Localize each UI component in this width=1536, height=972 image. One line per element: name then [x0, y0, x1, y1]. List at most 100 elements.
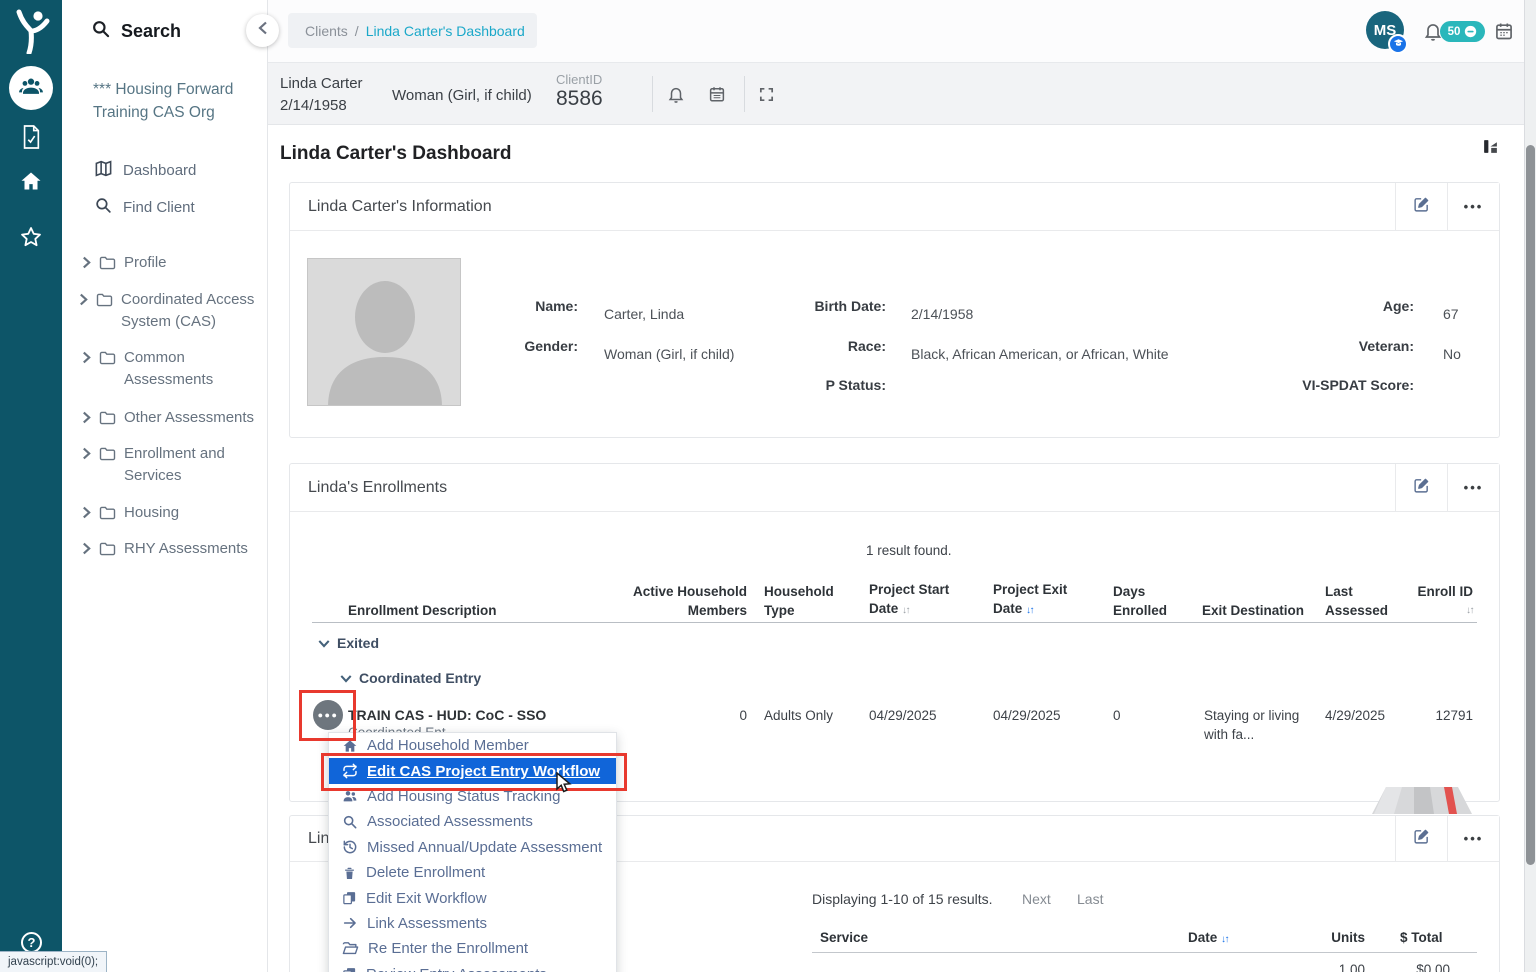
menu-item-add-housing-status-tracking[interactable]: Add Housing Status Tracking — [329, 784, 616, 809]
enrollments-more-actions-button[interactable]: ••• — [1447, 464, 1499, 511]
menu-item-edit-exit-workflow[interactable]: Edit Exit Workflow — [329, 885, 616, 910]
pages-icon — [342, 966, 357, 972]
column-header-units[interactable]: Units — [1305, 928, 1365, 947]
chevron-right-icon — [82, 351, 91, 364]
menu-item-add-household-member[interactable]: Add Household Member — [329, 733, 616, 758]
breadcrumb-current[interactable]: Linda Carter's Dashboard — [366, 23, 525, 39]
menu-item-edit-cas-project-entry-workflow[interactable]: Edit CAS Project Entry Workflow — [329, 758, 616, 783]
column-header-exit-destination[interactable]: Exit Destination — [1202, 576, 1322, 620]
folder-icon — [99, 506, 116, 520]
edit-services-button[interactable] — [1395, 816, 1447, 861]
column-label: Project Start Date — [869, 582, 949, 616]
search-icon — [342, 814, 358, 830]
rail-item-favorites[interactable] — [19, 225, 43, 249]
column-header-enroll-id[interactable]: Enroll ID↓↑ — [1393, 576, 1473, 620]
home-icon — [342, 738, 358, 754]
folder-open-icon — [342, 941, 359, 956]
services-more-actions-button[interactable]: ••• — [1447, 816, 1499, 861]
cell-exit-destination: Staying or living with fa... — [1204, 706, 1308, 744]
services-header-underline — [812, 952, 1477, 953]
app-logo-icon[interactable] — [11, 8, 51, 54]
edit-info-button[interactable] — [1395, 183, 1447, 230]
column-header-date[interactable]: Date ↓↑ — [1188, 928, 1228, 949]
column-header-household-type[interactable]: Household Type — [764, 576, 848, 620]
folder-label: Coordinated Access System (CAS) — [121, 289, 261, 333]
column-header-enrollment-description[interactable]: Enrollment Description — [348, 576, 508, 620]
menu-item-missed-annual-update-assessment[interactable]: Missed Annual/Update Assessment — [329, 835, 616, 860]
paging-next-link[interactable]: Next — [1022, 890, 1051, 909]
page-scrollbar-thumb[interactable] — [1526, 145, 1535, 865]
sort-icon[interactable]: ↓↑ — [902, 605, 909, 616]
menu-item-link-assessments[interactable]: Link Assessments — [329, 911, 616, 936]
folder-label: Enrollment and Services — [124, 443, 244, 487]
sidebar-folder-profile[interactable]: Profile — [82, 252, 259, 274]
column-header-project-exit-date[interactable]: Project Exit Date ↓↑ — [993, 576, 1089, 620]
org-name[interactable]: *** Housing Forward Training CAS Org — [93, 78, 253, 124]
header-calendar-button[interactable] — [1494, 21, 1514, 41]
menu-item-associated-assessments[interactable]: Associated Assessments — [329, 809, 616, 834]
row-actions-ellipsis-button[interactable]: ●●● — [313, 700, 343, 730]
cell-total-partial: $0.00 — [1395, 960, 1450, 972]
client-gender: Woman (Girl, if child) — [392, 87, 532, 104]
minus-circle-icon — [1464, 25, 1477, 38]
avatar-training-badge[interactable] — [1388, 34, 1408, 54]
paging-last-link[interactable]: Last — [1077, 890, 1103, 909]
sidebar-search[interactable]: Search — [91, 19, 181, 44]
menu-item-label: Re Enter the Enrollment — [368, 940, 528, 957]
menu-item-review-entry-assessments[interactable]: Review Entry Assessments — [329, 962, 616, 972]
column-header-total[interactable]: $ Total — [1400, 928, 1443, 947]
cell-days-enrolled: 0 — [1113, 706, 1121, 725]
sidebar-folder-rhy-assessments[interactable]: RHY Assessments — [82, 538, 264, 560]
sidebar-item-dashboard[interactable]: Dashboard — [94, 159, 196, 182]
sidebar-folder-cas[interactable]: Coordinated Access System (CAS) — [79, 289, 261, 333]
chevron-right-icon — [79, 293, 88, 306]
rail-item-reports[interactable] — [20, 124, 42, 150]
home-icon — [19, 180, 43, 197]
org-name-line1: *** Housing Forward — [93, 78, 253, 101]
sort-icon-active[interactable]: ↓↑ — [1026, 605, 1033, 616]
column-header-active-household-members[interactable]: Active Household Members — [617, 576, 747, 620]
info-more-actions-button[interactable]: ••• — [1447, 183, 1499, 230]
column-header-days-enrolled[interactable]: Days Enrolled — [1113, 576, 1179, 620]
sidebar-folder-other-assessments[interactable]: Other Assessments — [82, 407, 269, 429]
menu-item-label: Associated Assessments — [367, 813, 533, 830]
page-title: Linda Carter's Dashboard — [280, 143, 512, 165]
link-preview-text: javascript:void(0); — [8, 956, 98, 968]
rail-item-caseload-active[interactable] — [9, 66, 53, 110]
client-bell-button[interactable] — [667, 85, 685, 110]
sidebar-folder-enrollment-services[interactable]: Enrollment and Services — [82, 443, 244, 487]
sidebar-collapse-button[interactable] — [246, 14, 279, 47]
edit-enrollments-button[interactable] — [1395, 464, 1447, 511]
rail-item-help[interactable]: ? — [21, 932, 42, 953]
group-row-exited[interactable]: Exited — [318, 635, 379, 651]
card-title: Linda Carter's Information — [290, 198, 492, 216]
person-silhouette-icon — [308, 394, 461, 406]
chevron-left-icon — [258, 21, 268, 40]
column-header-project-start-date[interactable]: Project Start Date ↓↑ — [869, 576, 965, 620]
fullscreen-button[interactable] — [758, 86, 775, 108]
rail-item-home[interactable] — [19, 169, 43, 193]
column-header-last-assessed[interactable]: Last Assessed — [1325, 576, 1395, 620]
sort-icon-active[interactable]: ↓↑ — [1221, 934, 1228, 945]
notification-count-pill[interactable]: 50 — [1440, 21, 1485, 42]
menu-item-label: Edit CAS Project Entry Workflow — [367, 763, 600, 780]
client-calendar-button[interactable] — [708, 85, 726, 108]
sidebar-item-find-client[interactable]: Find Client — [94, 196, 195, 219]
decorative-graphic — [1372, 787, 1472, 819]
folder-icon — [99, 351, 116, 365]
chevron-right-icon — [82, 411, 91, 424]
breadcrumb-parent[interactable]: Clients — [305, 23, 348, 39]
page-scrollbar-track[interactable] — [1524, 0, 1536, 972]
column-header-service[interactable]: Service — [820, 928, 868, 947]
customize-dashboard-icon — [1482, 142, 1499, 159]
client-id-value: 8586 — [556, 87, 603, 111]
sidebar-folder-common-assessments[interactable]: Common Assessments — [82, 347, 244, 391]
client-info-card-header: Linda Carter's Information ••• — [290, 183, 1499, 231]
group-row-coordinated-entry[interactable]: Coordinated Entry — [340, 670, 481, 686]
menu-item-re-enter-the-enrollment[interactable]: Re Enter the Enrollment — [329, 936, 616, 961]
sidebar-folder-housing[interactable]: Housing — [82, 502, 259, 524]
customize-dashboard-button[interactable] — [1482, 138, 1499, 160]
menu-item-delete-enrollment[interactable]: Delete Enrollment — [329, 860, 616, 885]
client-photo-placeholder[interactable] — [307, 258, 461, 406]
sort-icon[interactable]: ↓↑ — [1417, 601, 1473, 620]
